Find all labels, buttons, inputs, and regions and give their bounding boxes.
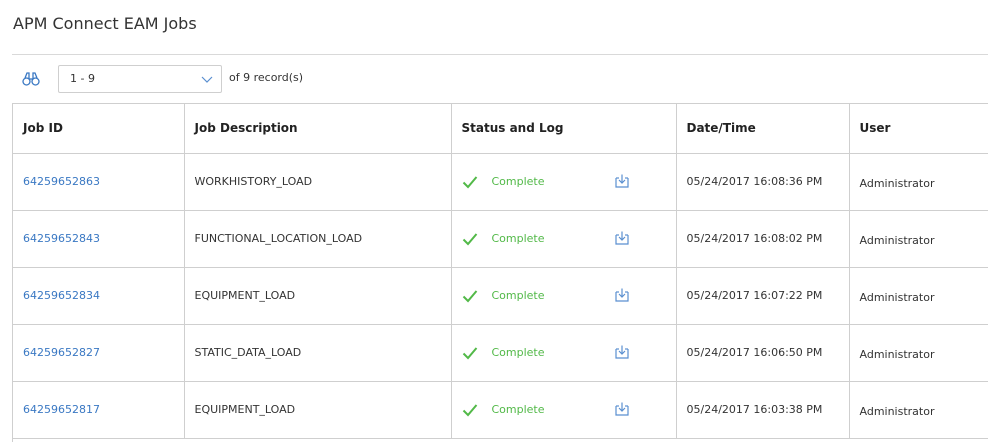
title-divider (12, 54, 988, 55)
status-text: Complete (491, 403, 545, 416)
date-time-cell: 05/24/2017 16:03:38 PM (676, 381, 850, 439)
status-group: Complete (462, 403, 666, 417)
download-log-icon[interactable] (614, 173, 630, 189)
status-group: Complete (462, 289, 666, 303)
job-id-link[interactable]: 64259652817 (23, 403, 100, 416)
job-id-link[interactable]: 64259652834 (23, 289, 100, 302)
header-row: Job ID Job Description Status and Log Da… (13, 104, 988, 154)
job-id-link[interactable]: 64259652827 (23, 346, 100, 359)
status-group: Complete (462, 175, 666, 189)
user-cell: Administrator (849, 267, 988, 325)
column-header-status-and-log[interactable]: Status and Log (451, 104, 677, 154)
download-log-icon[interactable] (614, 401, 630, 417)
status-cell: Complete (451, 153, 677, 211)
status-cell: Complete (451, 381, 677, 439)
date-time-cell: 05/24/2017 16:08:36 PM (676, 153, 850, 211)
check-icon (462, 175, 477, 188)
date-time-cell: 05/24/2017 16:07:22 PM (676, 267, 850, 325)
job-id-cell: 64259652834 (13, 267, 185, 325)
date-time-cell: 05/24/2017 16:08:02 PM (676, 210, 850, 268)
status-text: Complete (491, 346, 545, 359)
job-description-cell: WORKHISTORY_LOAD (184, 153, 452, 211)
check-icon (462, 346, 477, 359)
eam-jobs-page: APM Connect EAM Jobs 1 - 9 of 9 record(s… (0, 0, 992, 442)
check-icon (462, 403, 477, 416)
download-log-icon[interactable] (614, 344, 630, 360)
status-cell: Complete (451, 267, 677, 325)
page-range-value: 1 - 9 (70, 72, 95, 85)
job-id-link[interactable]: 64259652843 (23, 232, 100, 245)
chevron-down-icon (201, 76, 213, 83)
date-time-cell: 05/24/2017 16:06:50 PM (676, 324, 850, 382)
table-row: 64259652843 FUNCTIONAL_LOCATION_LOAD Com… (13, 210, 988, 268)
job-id-cell: 64259652817 (13, 381, 185, 439)
page-title: APM Connect EAM Jobs (13, 14, 197, 33)
job-id-cell: 64259652863 (13, 153, 185, 211)
binoculars-icon[interactable] (22, 71, 40, 87)
jobs-grid: Job ID Job Description Status and Log Da… (12, 103, 988, 442)
job-id-cell: 64259652827 (13, 324, 185, 382)
table-row: 64259652863 WORKHISTORY_LOAD Complete 05… (13, 153, 988, 211)
status-text: Complete (491, 175, 545, 188)
job-description-cell: FUNCTIONAL_LOCATION_LOAD (184, 210, 452, 268)
table-row: 64259652827 STATIC_DATA_LOAD Complete 05… (13, 324, 988, 382)
download-log-icon[interactable] (614, 287, 630, 303)
download-log-icon[interactable] (614, 230, 630, 246)
status-cell: Complete (451, 210, 677, 268)
jobs-table: Job ID Job Description Status and Log Da… (13, 104, 988, 439)
jobs-table-body: 64259652863 WORKHISTORY_LOAD Complete 05… (13, 153, 988, 439)
check-icon (462, 232, 477, 245)
page-range-select[interactable]: 1 - 9 (58, 65, 222, 93)
job-description-cell: EQUIPMENT_LOAD (184, 381, 452, 439)
check-icon (462, 289, 477, 302)
status-text: Complete (491, 232, 545, 245)
user-cell: Administrator (849, 324, 988, 382)
record-count: of 9 record(s) (229, 71, 304, 84)
job-id-cell: 64259652843 (13, 210, 185, 268)
job-id-link[interactable]: 64259652863 (23, 175, 100, 188)
column-header-date-time[interactable]: Date/Time (676, 104, 850, 154)
status-group: Complete (462, 346, 666, 360)
status-cell: Complete (451, 324, 677, 382)
status-group: Complete (462, 232, 666, 246)
status-text: Complete (491, 289, 545, 302)
job-description-cell: STATIC_DATA_LOAD (184, 324, 452, 382)
table-row: 64259652817 EQUIPMENT_LOAD Complete 05/2… (13, 381, 988, 439)
column-header-job-description[interactable]: Job Description (184, 104, 452, 154)
job-description-cell: EQUIPMENT_LOAD (184, 267, 452, 325)
user-cell: Administrator (849, 153, 988, 211)
table-row: 64259652834 EQUIPMENT_LOAD Complete 05/2… (13, 267, 988, 325)
column-header-user[interactable]: User (849, 104, 988, 154)
user-cell: Administrator (849, 210, 988, 268)
user-cell: Administrator (849, 381, 988, 439)
column-header-job-id[interactable]: Job ID (13, 104, 185, 154)
